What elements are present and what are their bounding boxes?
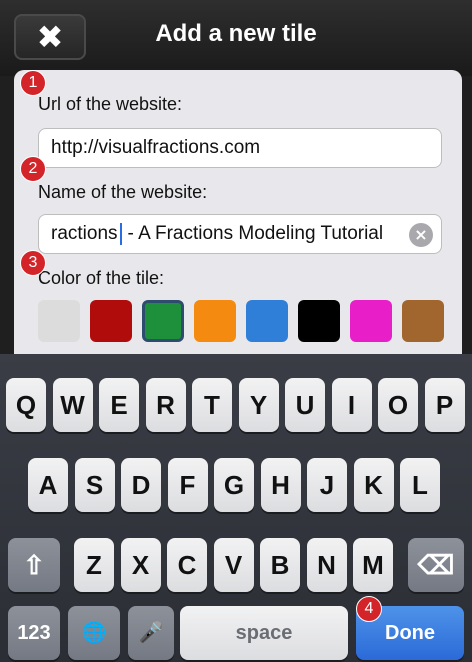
keyboard: ⇧ ⌫ 123 🌐 🎤 space Done QWERTYUIOPASDFGHJ… <box>0 354 472 662</box>
key-r[interactable]: R <box>145 378 186 432</box>
color-label: Color of the tile: <box>38 268 165 288</box>
key-v[interactable]: V <box>213 538 254 592</box>
navigation-bar: ✖ Add a new tile <box>0 0 472 76</box>
color-swatch-3[interactable] <box>194 300 236 342</box>
globe-icon: 🌐 <box>81 622 107 644</box>
clear-text-icon[interactable]: × <box>409 223 433 247</box>
key-c[interactable]: C <box>167 538 207 592</box>
key-s[interactable]: S <box>74 458 115 512</box>
key-u[interactable]: U <box>285 378 325 432</box>
color-swatch-0[interactable] <box>38 300 80 342</box>
key-q[interactable]: Q <box>6 378 46 432</box>
shift-icon: ⇧ <box>23 550 45 580</box>
color-swatch-1[interactable] <box>90 300 132 342</box>
step-badge-1: 1 <box>20 70 46 96</box>
color-swatch-5[interactable] <box>298 300 340 342</box>
step-badge-4: 4 <box>356 596 382 622</box>
key-a[interactable]: A <box>28 458 68 512</box>
step-badge-2: 2 <box>20 156 46 182</box>
color-swatch-6[interactable] <box>350 300 392 342</box>
name-field-text-after-cursor: - A Fractions Modeling Tutorial <box>127 223 384 244</box>
key-z[interactable]: Z <box>74 538 114 592</box>
url-label: Url of the website: <box>38 94 183 114</box>
key-t[interactable]: T <box>192 378 232 432</box>
key-m[interactable]: M <box>353 538 393 592</box>
microphone-icon: 🎤 <box>138 622 164 644</box>
key-n[interactable]: N <box>306 538 347 592</box>
color-swatch-7[interactable] <box>402 300 444 342</box>
name-field-text-before-cursor: ractions <box>51 223 118 244</box>
shift-key[interactable]: ⇧ <box>8 538 60 592</box>
space-key[interactable]: space <box>180 606 348 660</box>
key-g[interactable]: G <box>214 458 254 512</box>
key-k[interactable]: K <box>353 458 394 512</box>
key-w[interactable]: W <box>52 378 93 432</box>
color-swatches <box>38 300 458 344</box>
url-field[interactable]: http://visualfractions.com <box>38 128 442 168</box>
key-p[interactable]: P <box>424 378 465 432</box>
form-panel: Url of the website: http://visualfractio… <box>14 70 462 370</box>
key-i[interactable]: I <box>331 378 372 432</box>
step-badge-3: 3 <box>20 250 46 276</box>
key-l[interactable]: L <box>400 458 440 512</box>
delete-key[interactable]: ⌫ <box>408 538 464 592</box>
key-b[interactable]: B <box>260 538 300 592</box>
microphone-key[interactable]: 🎤 <box>128 606 174 660</box>
color-swatch-4[interactable] <box>246 300 288 342</box>
numbers-key[interactable]: 123 <box>8 606 60 660</box>
key-h[interactable]: H <box>260 458 301 512</box>
key-o[interactable]: O <box>378 378 418 432</box>
key-y[interactable]: Y <box>238 378 279 432</box>
key-d[interactable]: D <box>121 458 161 512</box>
key-f[interactable]: F <box>167 458 208 512</box>
key-e[interactable]: E <box>99 378 139 432</box>
text-cursor <box>119 222 122 245</box>
color-swatch-2[interactable] <box>142 300 184 342</box>
key-j[interactable]: J <box>307 458 347 512</box>
key-x[interactable]: X <box>120 538 161 592</box>
name-label: Name of the website: <box>38 182 208 202</box>
globe-key[interactable]: 🌐 <box>68 606 120 660</box>
delete-icon: ⌫ <box>417 550 455 580</box>
page-title: Add a new tile <box>155 20 317 47</box>
name-field[interactable]: ractions - A Fractions Modeling Tutorial … <box>38 214 442 254</box>
